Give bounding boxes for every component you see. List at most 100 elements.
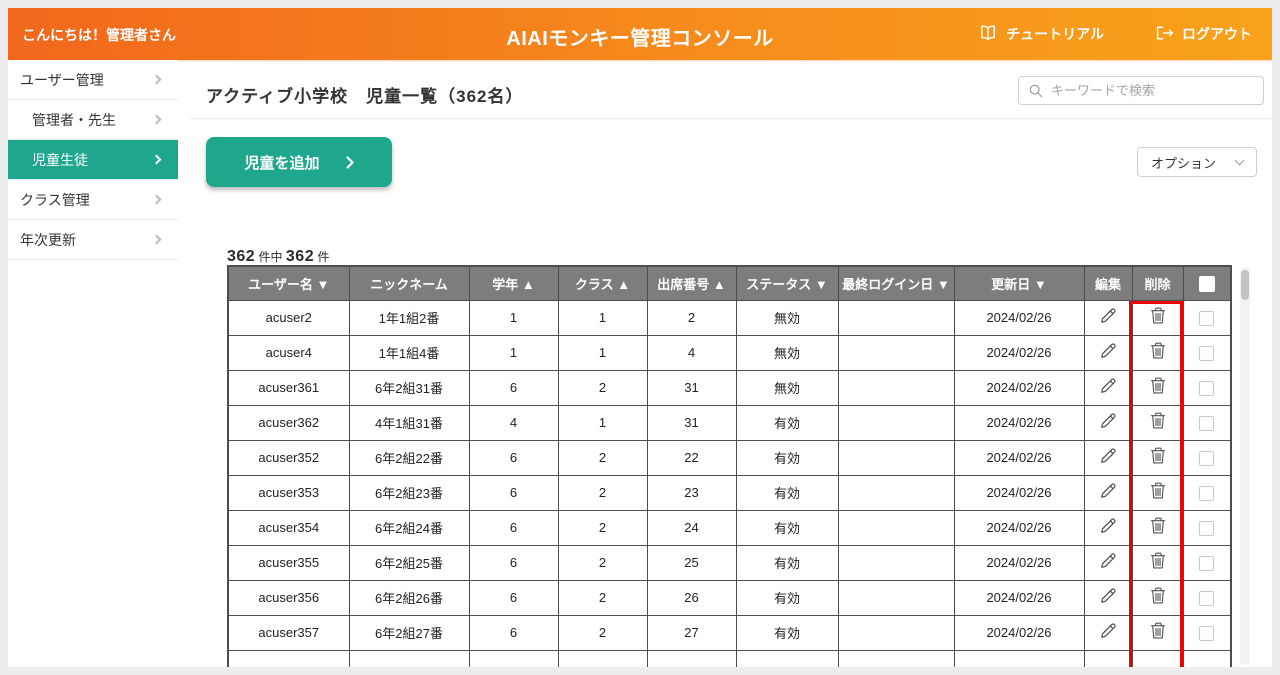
cell-grade: 6 <box>469 510 558 545</box>
count-total: 362 <box>227 248 255 265</box>
cell-updated: 2024/02/26 <box>954 510 1084 545</box>
cell-grade: 6 <box>469 580 558 615</box>
pencil-icon <box>1098 384 1118 399</box>
delete-button[interactable] <box>1145 584 1171 611</box>
col-header-select[interactable] <box>1183 266 1231 300</box>
cell-number: 27 <box>647 615 736 650</box>
edit-button[interactable] <box>1094 584 1122 611</box>
delete-button[interactable] <box>1145 339 1171 366</box>
edit-button[interactable] <box>1094 409 1122 436</box>
options-label: オプション <box>1151 153 1216 172</box>
record-count: 362 件中 362 件 <box>227 248 329 266</box>
trash-icon <box>1149 454 1167 469</box>
cell-updated: 2024/02/26 <box>954 405 1084 440</box>
col-header-delete: 削除 <box>1132 266 1183 300</box>
table-row: acuser3526年2組22番6222有効2024/02/26 <box>228 440 1231 475</box>
table-row: acuser41年1組4番114無効2024/02/26 <box>228 335 1231 370</box>
delete-button[interactable] <box>1145 619 1171 646</box>
cell-last_login <box>838 580 954 615</box>
count-unit-mid: 件中 <box>259 250 283 264</box>
edit-button[interactable] <box>1094 549 1122 576</box>
cell-username: acuser354 <box>228 510 349 545</box>
col-header-grade[interactable]: 学年 ▲ <box>469 266 558 300</box>
delete-button[interactable] <box>1145 514 1171 541</box>
add-student-label: 児童を追加 <box>244 152 319 173</box>
cell-number: 2 <box>647 300 736 335</box>
cell-last_login <box>838 545 954 580</box>
col-header-status[interactable]: ステータス ▼ <box>736 266 838 300</box>
cell-number: 31 <box>647 405 736 440</box>
cell-nickname: 4年1組31番 <box>349 405 469 440</box>
search-input[interactable] <box>1051 83 1254 98</box>
pencil-icon <box>1098 314 1118 329</box>
row-checkbox[interactable] <box>1199 556 1214 571</box>
cell-nickname: 6年2組23番 <box>349 475 469 510</box>
delete-button[interactable] <box>1145 444 1171 471</box>
sidebar-item-user-management[interactable]: ユーザー管理 <box>8 60 178 100</box>
delete-button[interactable] <box>1145 479 1171 506</box>
edit-button[interactable] <box>1094 479 1122 506</box>
top-bar-actions: チュートリアル ログアウト <box>978 8 1252 60</box>
cell-grade: 6 <box>469 370 558 405</box>
edit-button[interactable] <box>1094 339 1122 366</box>
logout-label: ログアウト <box>1182 24 1252 44</box>
options-dropdown[interactable]: オプション <box>1137 147 1257 177</box>
cell-username: acuser352 <box>228 440 349 475</box>
row-checkbox[interactable] <box>1199 451 1214 466</box>
cell-grade: 6 <box>469 615 558 650</box>
row-checkbox[interactable] <box>1199 591 1214 606</box>
cell-class: 1 <box>558 405 647 440</box>
cell-last_login <box>838 510 954 545</box>
cell-last_login <box>838 300 954 335</box>
logout-button[interactable]: ログアウト <box>1156 24 1252 44</box>
col-header-username[interactable]: ユーザー名 ▼ <box>228 266 349 300</box>
delete-button[interactable] <box>1145 374 1171 401</box>
edit-button[interactable] <box>1094 304 1122 331</box>
tutorial-button[interactable]: チュートリアル <box>978 24 1104 44</box>
edit-button[interactable] <box>1094 444 1122 471</box>
cell-status: 有効 <box>736 580 838 615</box>
trash-icon <box>1149 349 1167 364</box>
edit-button[interactable] <box>1094 514 1122 541</box>
col-header-class[interactable]: クラス ▲ <box>558 266 647 300</box>
delete-button[interactable] <box>1145 549 1171 576</box>
cell-nickname: 6年2組27番 <box>349 615 469 650</box>
sidebar-item-admins-teachers[interactable]: 管理者・先生 <box>8 100 178 140</box>
table-scrollbar-track[interactable] <box>1240 267 1250 665</box>
sidebar-item-label: 児童生徒 <box>32 150 88 170</box>
cell-nickname: 6年2組25番 <box>349 545 469 580</box>
cell-username: acuser2 <box>228 300 349 335</box>
delete-button[interactable] <box>1145 304 1171 331</box>
trash-icon <box>1149 594 1167 609</box>
sidebar-item-students[interactable]: 児童生徒 <box>8 140 178 180</box>
students-table-wrap: ユーザー名 ▼ニックネーム学年 ▲クラス ▲出席番号 ▲ステータス ▼最終ログイ… <box>227 265 1234 667</box>
sidebar-item-annual-update[interactable]: 年次更新 <box>8 220 178 260</box>
row-checkbox[interactable] <box>1199 311 1214 326</box>
col-header-updated[interactable]: 更新日 ▼ <box>954 266 1084 300</box>
row-checkbox[interactable] <box>1199 416 1214 431</box>
table-row: acuser21年1組2番112無効2024/02/26 <box>228 300 1231 335</box>
col-header-last_login[interactable]: 最終ログイン日 ▼ <box>838 266 954 300</box>
add-student-button[interactable]: 児童を追加 <box>206 137 392 187</box>
cell-last_login <box>838 405 954 440</box>
row-checkbox[interactable] <box>1199 521 1214 536</box>
row-checkbox[interactable] <box>1199 486 1214 501</box>
cell-status: 無効 <box>736 300 838 335</box>
table-row: acuser3616年2組31番6231無効2024/02/26 <box>228 370 1231 405</box>
col-header-number[interactable]: 出席番号 ▲ <box>647 266 736 300</box>
trash-icon <box>1149 419 1167 434</box>
edit-button[interactable] <box>1094 374 1122 401</box>
row-checkbox[interactable] <box>1199 381 1214 396</box>
sidebar-item-class-management[interactable]: クラス管理 <box>8 180 178 220</box>
count-shown: 362 <box>286 248 314 265</box>
edit-button[interactable] <box>1094 619 1122 646</box>
select-all-checkbox[interactable] <box>1199 276 1215 292</box>
cell-status: 有効 <box>736 405 838 440</box>
chevron-right-icon <box>152 235 162 245</box>
table-row: acuser3556年2組25番6225有効2024/02/26 <box>228 545 1231 580</box>
row-checkbox[interactable] <box>1199 346 1214 361</box>
table-scrollbar-thumb[interactable] <box>1241 270 1249 300</box>
delete-button[interactable] <box>1145 409 1171 436</box>
row-checkbox[interactable] <box>1199 626 1214 641</box>
table-row: acuser3566年2組26番6226有効2024/02/26 <box>228 580 1231 615</box>
